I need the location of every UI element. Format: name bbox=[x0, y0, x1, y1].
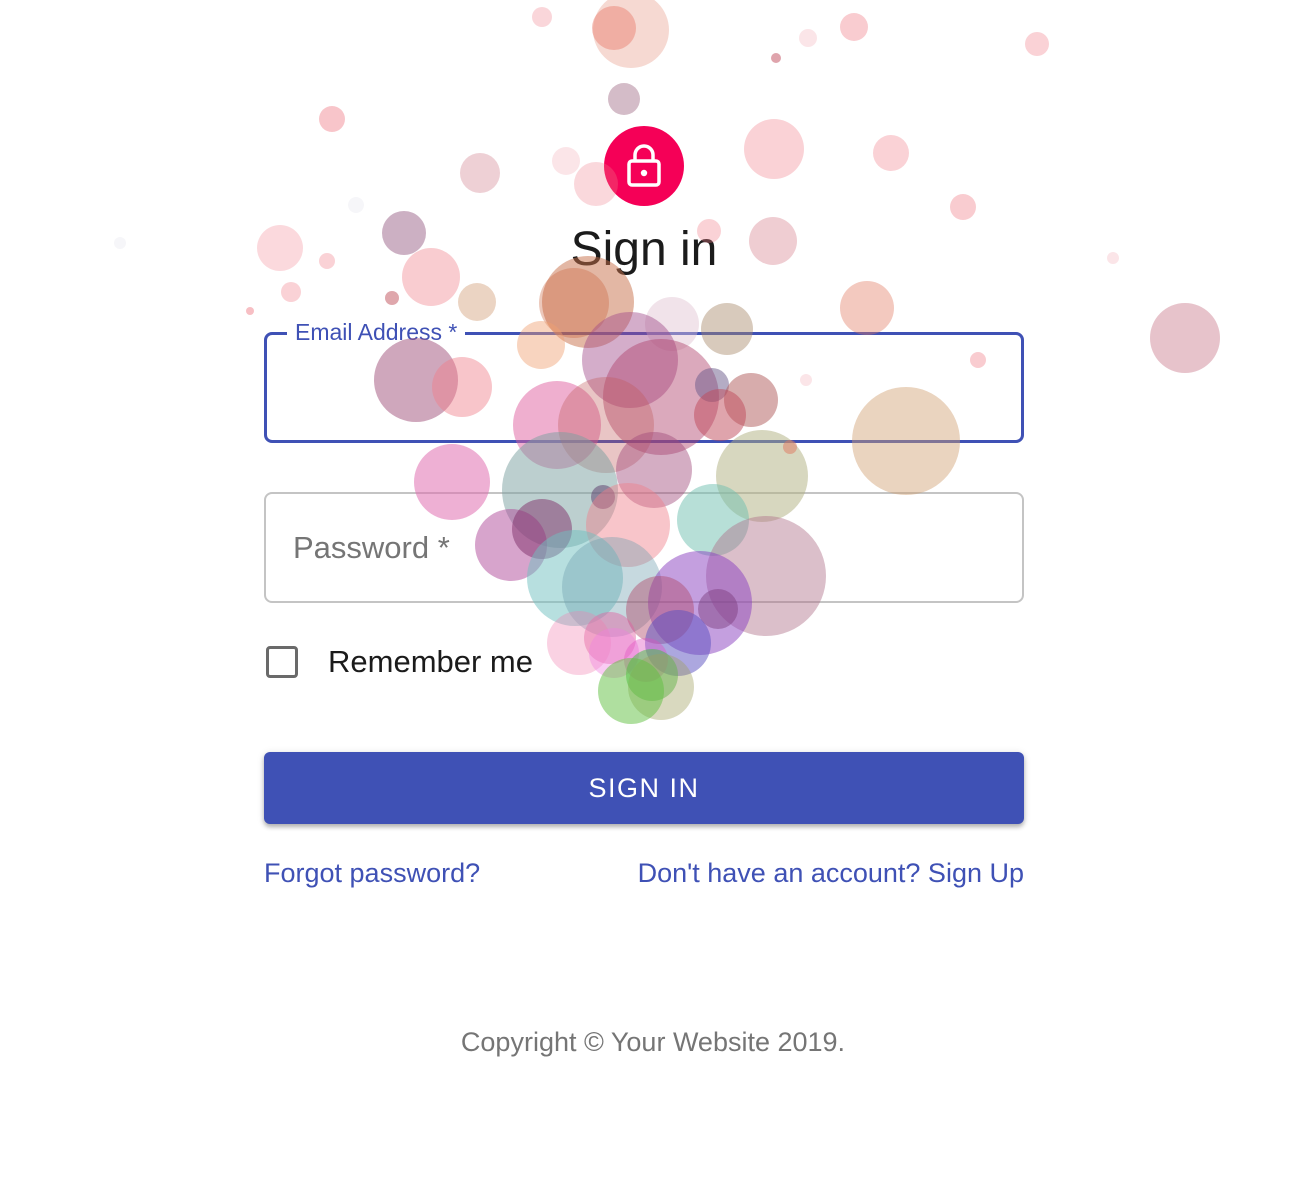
decorative-bubble bbox=[1107, 252, 1119, 264]
decorative-bubble bbox=[626, 649, 678, 701]
copyright-text: Copyright © Your Website 2019. bbox=[460, 1027, 846, 1057]
sign-in-button[interactable]: SIGN IN bbox=[264, 752, 1024, 824]
remember-me[interactable]: Remember me bbox=[264, 640, 533, 684]
email-input[interactable] bbox=[267, 335, 1021, 440]
decorative-bubble bbox=[840, 13, 868, 41]
decorative-bubble bbox=[584, 612, 636, 664]
decorative-bubble bbox=[1150, 303, 1220, 373]
email-field[interactable]: Email Address * bbox=[264, 316, 1024, 443]
forgot-password-link[interactable]: Forgot password? bbox=[264, 858, 480, 889]
decorative-bubble bbox=[624, 638, 668, 682]
sign-up-link[interactable]: Don't have an account? Sign Up bbox=[638, 858, 1024, 889]
decorative-bubble bbox=[771, 53, 781, 63]
decorative-bubble bbox=[385, 291, 399, 305]
decorative-bubble bbox=[246, 307, 254, 315]
decorative-bubble bbox=[281, 282, 301, 302]
decorative-bubble bbox=[950, 194, 976, 220]
lock-icon bbox=[627, 144, 661, 187]
remember-label[interactable]: Remember me bbox=[328, 644, 533, 680]
decorative-bubble bbox=[539, 268, 609, 338]
decorative-bubble bbox=[532, 7, 552, 27]
decorative-bubble bbox=[319, 106, 345, 132]
remember-checkbox[interactable] bbox=[266, 646, 298, 678]
decorative-bubble bbox=[873, 135, 909, 171]
decorative-bubble bbox=[799, 29, 817, 47]
password-input[interactable] bbox=[266, 494, 1022, 601]
decorative-bubble bbox=[840, 281, 894, 335]
decorative-bubble bbox=[589, 628, 639, 678]
decorative-bubble bbox=[608, 83, 640, 115]
decorative-bubble bbox=[645, 610, 711, 676]
decorative-bubble bbox=[1025, 32, 1049, 56]
decorative-bubble bbox=[744, 119, 804, 179]
decorative-bubble bbox=[552, 147, 580, 175]
password-field[interactable]: Password * bbox=[264, 492, 1024, 603]
auth-links: Forgot password? Don't have an account? … bbox=[264, 858, 1024, 889]
decorative-bubble bbox=[114, 237, 126, 249]
avatar bbox=[604, 126, 684, 206]
sign-in-page: Sign in Email Address * Password * Remem… bbox=[0, 0, 1306, 1194]
decorative-bubble bbox=[547, 611, 611, 675]
decorative-bubble bbox=[592, 6, 636, 50]
decorative-bubble bbox=[628, 654, 694, 720]
page-title: Sign in bbox=[570, 223, 718, 276]
decorative-bubble bbox=[460, 153, 500, 193]
decorative-bubble bbox=[348, 197, 364, 213]
decorative-bubble bbox=[598, 658, 664, 724]
decorative-bubble bbox=[593, 0, 669, 68]
